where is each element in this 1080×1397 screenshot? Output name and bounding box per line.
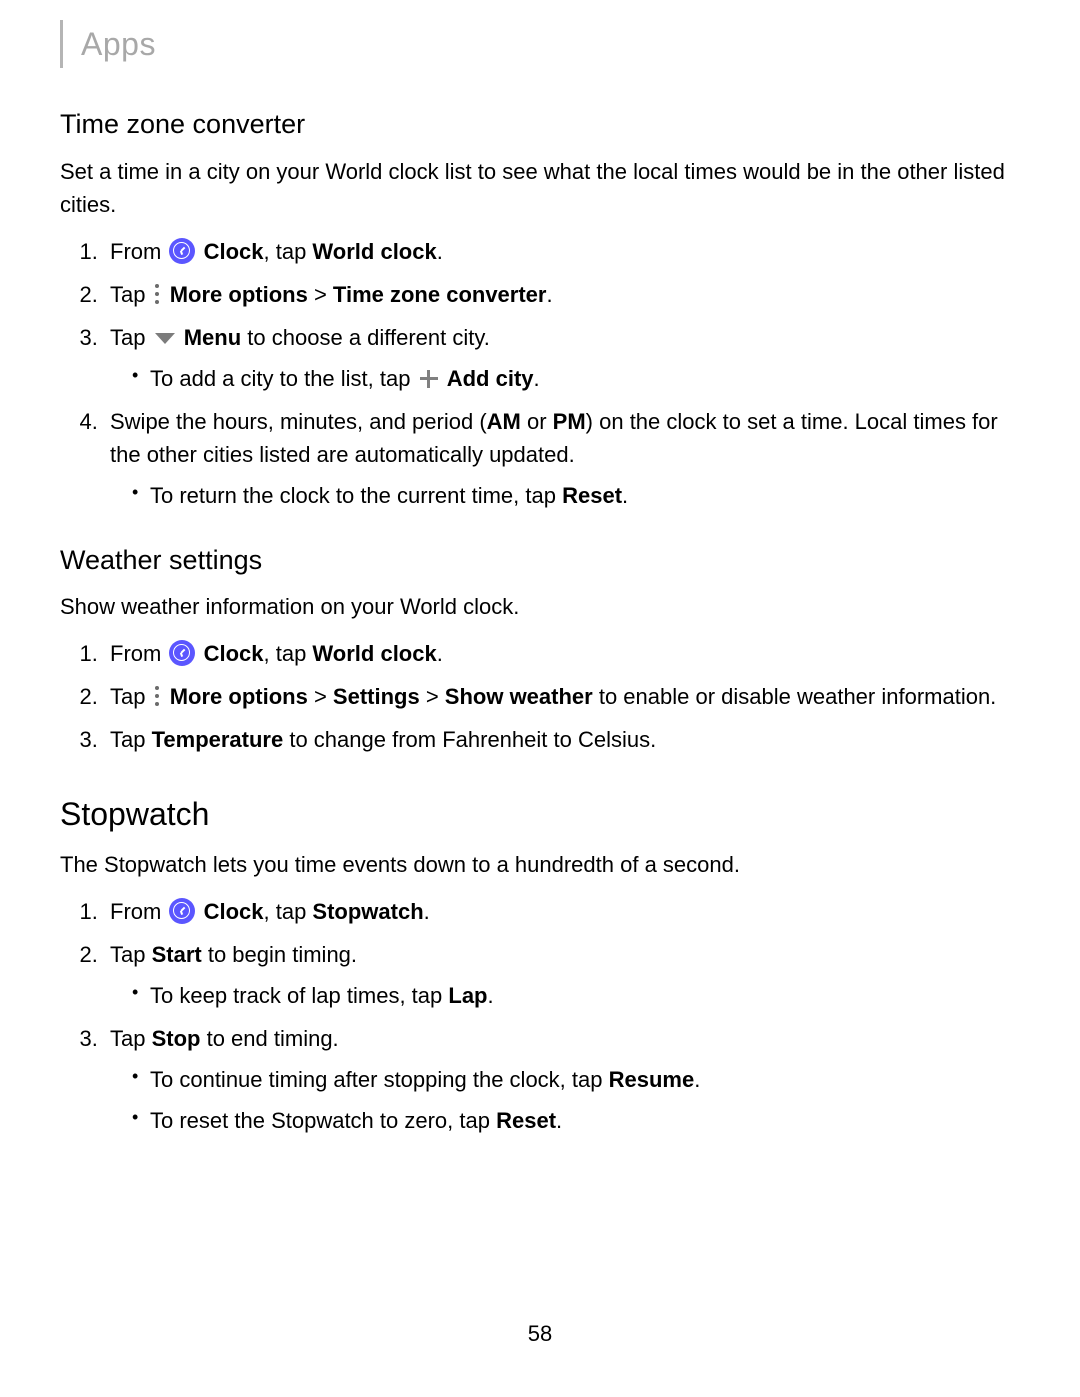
more-options-icon — [152, 283, 162, 305]
text: From — [110, 239, 161, 264]
list-item: Tap Temperature to change from Fahrenhei… — [104, 723, 1020, 756]
list-item: From Clock, tap World clock. — [104, 235, 1020, 268]
breadcrumb-label: Apps — [81, 26, 156, 62]
text: From — [110, 641, 161, 666]
text-bold: Reset — [562, 483, 622, 508]
text-bold: PM — [553, 409, 586, 434]
text: Tap — [110, 727, 152, 752]
text-bold: Resume — [609, 1067, 695, 1092]
text-bold: Clock — [204, 641, 264, 666]
list-item: Tap Menu to choose a different city. To … — [104, 321, 1020, 395]
clock-icon — [169, 898, 195, 924]
manual-page: Apps Time zone converter Set a time in a… — [0, 0, 1080, 1390]
section-title-stopwatch: Stopwatch — [60, 790, 1020, 838]
text: . — [424, 899, 430, 924]
sub-list: To continue timing after stopping the cl… — [110, 1063, 1020, 1137]
text-bold: Time zone converter — [333, 282, 547, 307]
text: Swipe the hours, minutes, and period ( — [110, 409, 487, 434]
text: > — [420, 684, 445, 709]
list-item: Tap Start to begin timing. To keep track… — [104, 938, 1020, 1012]
weather-intro: Show weather information on your World c… — [60, 590, 1020, 623]
list-item: To continue timing after stopping the cl… — [132, 1063, 1020, 1096]
text: to change from Fahrenheit to Celsius. — [283, 727, 656, 752]
text: . — [556, 1108, 562, 1133]
weather-steps: From Clock, tap World clock. Tap More op… — [60, 637, 1020, 756]
text: to end timing. — [200, 1026, 338, 1051]
section-title-weather: Weather settings — [60, 540, 1020, 581]
list-item: To keep track of lap times, tap Lap. — [132, 979, 1020, 1012]
text: Tap — [110, 942, 152, 967]
text-bold: Settings — [333, 684, 420, 709]
list-item: Tap Stop to end timing. To continue timi… — [104, 1022, 1020, 1137]
text-bold: AM — [487, 409, 521, 434]
text: . — [622, 483, 628, 508]
stopwatch-intro: The Stopwatch lets you time events down … — [60, 848, 1020, 881]
text-bold: Reset — [496, 1108, 556, 1133]
text: > — [308, 684, 333, 709]
text: . — [534, 366, 540, 391]
text-bold: Start — [152, 942, 202, 967]
text: From — [110, 899, 161, 924]
more-options-icon — [152, 685, 162, 707]
list-item: Swipe the hours, minutes, and period (AM… — [104, 405, 1020, 512]
sub-list: To return the clock to the current time,… — [110, 479, 1020, 512]
clock-icon — [169, 640, 195, 666]
text: Tap — [110, 282, 145, 307]
list-item: From Clock, tap Stopwatch. — [104, 895, 1020, 928]
text-bold: More options — [170, 282, 308, 307]
text-bold: Lap — [448, 983, 487, 1008]
text-bold: Stop — [152, 1026, 201, 1051]
text: to begin timing. — [202, 942, 357, 967]
text-bold: More options — [170, 684, 308, 709]
list-item: Tap More options > Time zone converter. — [104, 278, 1020, 311]
text: To keep track of lap times, tap — [150, 983, 448, 1008]
text: To add a city to the list, tap — [150, 366, 410, 391]
text-bold: Temperature — [152, 727, 284, 752]
text-bold: Stopwatch — [312, 899, 423, 924]
text: . — [437, 239, 443, 264]
stopwatch-steps: From Clock, tap Stopwatch. Tap Start to … — [60, 895, 1020, 1137]
text-bold: Clock — [204, 899, 264, 924]
text: To continue timing after stopping the cl… — [150, 1067, 609, 1092]
sub-list: To keep track of lap times, tap Lap. — [110, 979, 1020, 1012]
text-bold: Show weather — [445, 684, 593, 709]
text-bold: World clock — [312, 239, 436, 264]
text: or — [521, 409, 553, 434]
text: . — [488, 983, 494, 1008]
text-bold: Menu — [184, 325, 241, 350]
list-item: From Clock, tap World clock. — [104, 637, 1020, 670]
plus-icon — [419, 369, 439, 389]
text: , tap — [264, 899, 313, 924]
text: , tap — [264, 641, 313, 666]
tzc-intro: Set a time in a city on your World clock… — [60, 155, 1020, 221]
text: . — [437, 641, 443, 666]
sub-list: To add a city to the list, tap Add city. — [110, 362, 1020, 395]
list-item: To add a city to the list, tap Add city. — [132, 362, 1020, 395]
text: , tap — [264, 239, 313, 264]
text-bold: Clock — [204, 239, 264, 264]
list-item: To reset the Stopwatch to zero, tap Rese… — [132, 1104, 1020, 1137]
text: . — [694, 1067, 700, 1092]
clock-icon — [169, 238, 195, 264]
tzc-steps: From Clock, tap World clock. Tap More op… — [60, 235, 1020, 512]
text: Tap — [110, 684, 145, 709]
text: To reset the Stopwatch to zero, tap — [150, 1108, 496, 1133]
list-item: Tap More options > Settings > Show weath… — [104, 680, 1020, 713]
text: Tap — [110, 1026, 152, 1051]
page-number: 58 — [60, 1317, 1020, 1350]
section-title-tzc: Time zone converter — [60, 104, 1020, 145]
text-bold: Add city — [447, 366, 534, 391]
text: To return the clock to the current time,… — [150, 483, 562, 508]
text: to enable or disable weather information… — [593, 684, 997, 709]
text: to choose a different city. — [241, 325, 490, 350]
text: > — [308, 282, 333, 307]
text: Tap — [110, 325, 145, 350]
breadcrumb: Apps — [60, 20, 1020, 68]
text-bold: World clock — [312, 641, 436, 666]
text: . — [546, 282, 552, 307]
list-item: To return the clock to the current time,… — [132, 479, 1020, 512]
dropdown-icon — [155, 333, 175, 344]
